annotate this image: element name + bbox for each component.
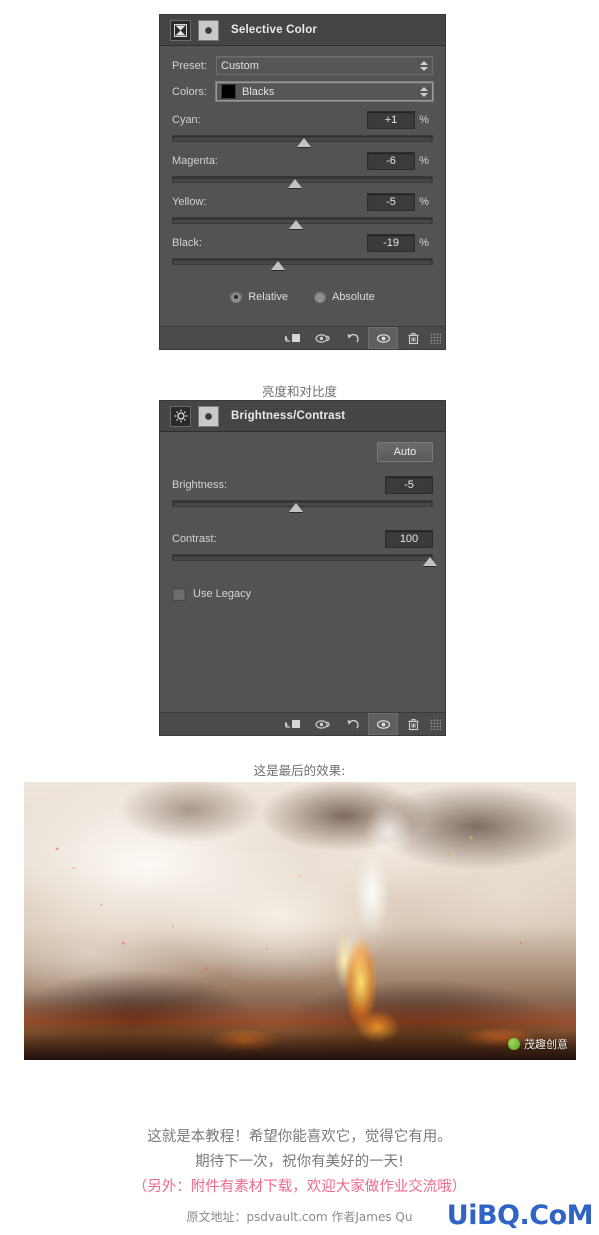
outro-line-3: （另外：附件有素材下载，欢迎大家做作业交流哦）: [132, 1179, 467, 1195]
slider-magenta: Magenta: -6 %: [172, 152, 433, 191]
method-radio-group: Relative Absolute: [172, 291, 433, 303]
artwork-lava-ground: [24, 782, 576, 1060]
auto-button[interactable]: Auto: [377, 442, 433, 462]
delete-layer-icon[interactable]: [398, 327, 428, 349]
layer-mask-icon: [198, 19, 219, 41]
black-value[interactable]: -19: [367, 234, 415, 252]
contrast-label: Contrast:: [172, 533, 217, 545]
delete-layer-icon[interactable]: [398, 713, 428, 735]
colors-row: Colors: Blacks: [172, 81, 434, 102]
resize-grip[interactable]: [430, 718, 441, 730]
magenta-value[interactable]: -6: [367, 152, 415, 170]
brightness-contrast-panel: Brightness/Contrast Auto Brightness: -5 …: [160, 401, 445, 735]
brightness-track[interactable]: [172, 499, 433, 515]
brightness-contrast-titlebar: Brightness/Contrast: [160, 401, 445, 432]
reset-icon[interactable]: [338, 713, 368, 735]
result-caption: 这是最后的效果:: [253, 763, 346, 778]
colors-dropdown[interactable]: Blacks: [215, 81, 434, 102]
wechat-icon: [508, 1038, 520, 1050]
final-artwork: 茂趣创意: [24, 782, 576, 1060]
brightness-contrast-footer: [160, 712, 445, 735]
use-legacy-checkbox[interactable]: [172, 587, 186, 601]
contrast-track[interactable]: [172, 553, 438, 569]
yellow-track[interactable]: [172, 216, 433, 232]
black-label: Black:: [172, 237, 202, 249]
brightness-thumb[interactable]: [288, 503, 303, 512]
black-track[interactable]: [172, 257, 433, 273]
brightness-value[interactable]: -5: [385, 476, 433, 494]
view-previous-state-icon[interactable]: [308, 327, 338, 349]
clip-to-layer-icon[interactable]: [278, 713, 308, 735]
black-unit: %: [419, 237, 429, 249]
contrast-value[interactable]: 100: [385, 530, 433, 548]
slider-yellow: Yellow: -5 %: [172, 193, 433, 232]
radio-absolute-button[interactable]: [313, 291, 326, 303]
selective-color-titlebar: Selective Color: [160, 15, 445, 46]
brightness-contrast-caption: 亮度和对比度: [261, 384, 337, 399]
colors-label: Colors:: [172, 85, 207, 98]
yellow-thumb[interactable]: [288, 220, 303, 229]
colors-swatch: [221, 84, 236, 99]
radio-absolute-label: Absolute: [331, 291, 375, 303]
view-previous-state-icon[interactable]: [308, 713, 338, 735]
yellow-unit: %: [419, 196, 429, 208]
colors-value: Blacks: [242, 85, 275, 98]
magenta-unit: %: [419, 155, 429, 167]
magenta-thumb[interactable]: [287, 179, 302, 188]
layer-mask-icon: [198, 405, 219, 427]
clip-to-layer-icon[interactable]: [278, 327, 308, 349]
outro-text: 这就是本教程！希望你能喜欢它，觉得它有用。 期待下一次，祝你有美好的一天! （另…: [0, 1125, 599, 1200]
brightness-label: Brightness:: [172, 479, 228, 491]
selective-color-title: Selective Color: [231, 24, 318, 36]
radio-absolute[interactable]: Absolute: [313, 291, 375, 303]
cyan-unit: %: [419, 114, 429, 126]
outro-line-1: 这就是本教程！希望你能喜欢它，觉得它有用。: [147, 1129, 452, 1145]
yellow-label: Yellow:: [172, 196, 207, 208]
cyan-track[interactable]: [172, 134, 433, 150]
preset-value: Custom: [221, 59, 259, 72]
resize-grip[interactable]: [430, 332, 441, 344]
reset-icon[interactable]: [338, 327, 368, 349]
artwork-watermark: 茂趣创意: [508, 1036, 568, 1052]
yellow-value[interactable]: -5: [367, 193, 415, 211]
preset-dropdown[interactable]: Custom: [216, 56, 433, 75]
brightness-contrast-icon: [170, 405, 191, 427]
magenta-track[interactable]: [172, 175, 433, 191]
cyan-value[interactable]: +1: [367, 111, 415, 129]
selective-color-footer: [160, 326, 445, 349]
toggle-visibility-icon[interactable]: [368, 713, 398, 735]
radio-relative[interactable]: Relative: [230, 291, 288, 303]
outro-line-2: 期待下一次，祝你有美好的一天!: [195, 1154, 404, 1170]
cyan-label: Cyan:: [172, 114, 201, 126]
slider-brightness: Brightness: -5: [172, 476, 433, 515]
radio-relative-label: Relative: [248, 291, 288, 303]
black-thumb[interactable]: [270, 261, 285, 270]
selective-color-icon: [170, 19, 191, 41]
colors-stepper-icon[interactable]: [420, 86, 428, 97]
use-legacy-label: Use Legacy: [193, 588, 252, 600]
contrast-thumb[interactable]: [423, 557, 438, 566]
brightness-contrast-title: Brightness/Contrast: [231, 410, 346, 422]
slider-black: Black: -19 %: [172, 234, 433, 273]
radio-relative-button[interactable]: [230, 291, 243, 303]
toggle-visibility-icon[interactable]: [368, 327, 398, 349]
selective-color-panel: Selective Color Preset: Custom Colors: B…: [160, 15, 445, 349]
magenta-label: Magenta:: [172, 155, 218, 167]
preset-label: Preset:: [172, 59, 207, 72]
site-watermark: UiBQ.CoM: [446, 1200, 594, 1231]
use-legacy-row[interactable]: Use Legacy: [172, 587, 433, 601]
cyan-thumb[interactable]: [296, 138, 311, 147]
artwork-watermark-text: 茂趣创意: [524, 1039, 568, 1051]
slider-cyan: Cyan: +1 %: [172, 111, 433, 150]
slider-contrast: Contrast: 100: [172, 530, 438, 569]
preset-row: Preset: Custom: [172, 56, 433, 75]
preset-stepper-icon[interactable]: [420, 60, 428, 71]
